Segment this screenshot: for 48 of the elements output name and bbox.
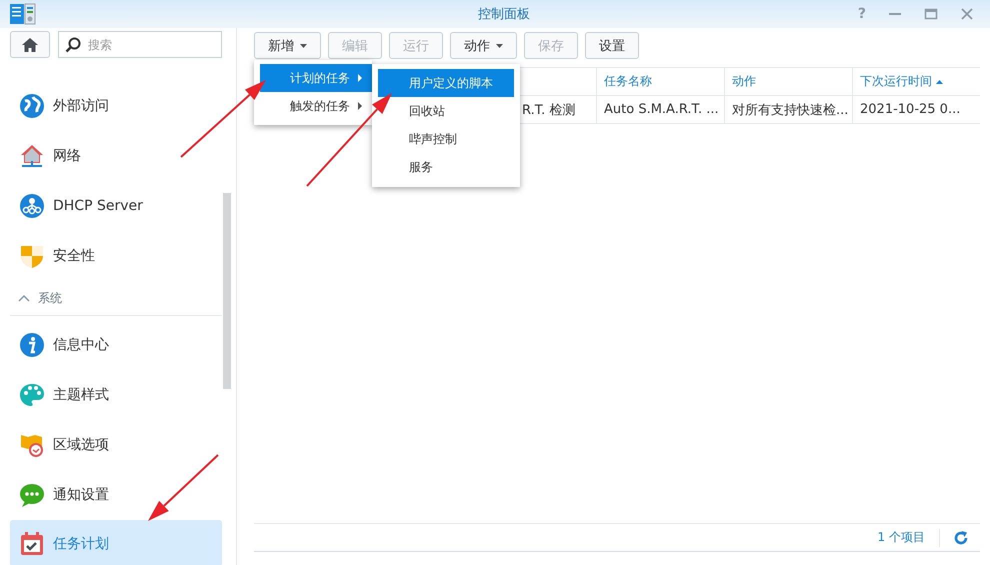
calendar-icon: [19, 530, 45, 556]
table-cell: Auto S.M.A.R.T. ...: [596, 96, 724, 123]
network-icon: [19, 193, 45, 219]
sidebar-item[interactable]: 通知设置: [10, 470, 222, 520]
toolbar-button[interactable]: 新增: [254, 32, 321, 59]
menu-item[interactable]: 服务: [378, 153, 514, 181]
submenu-arrow-icon: [358, 74, 362, 82]
sidebar-item[interactable]: 区域选项: [10, 420, 222, 470]
sidebar-item[interactable]: DHCP Server: [10, 181, 222, 231]
table-cell: 对所有支持快速检...: [724, 96, 852, 123]
menu-item[interactable]: 触发的任务: [260, 92, 372, 120]
chat-icon: [19, 482, 45, 508]
column-header[interactable]: 下次运行时间: [852, 68, 980, 95]
globe-icon: [19, 93, 45, 119]
item-count: 1 个项目: [878, 529, 925, 546]
table-cell-text: R.T. 检测: [522, 102, 576, 118]
menu-item[interactable]: 计划的任务: [260, 64, 372, 92]
column-header[interactable]: 动作: [724, 68, 852, 95]
palette-icon: [19, 382, 45, 408]
home-icon: [21, 36, 39, 52]
submenu-arrow-icon: [358, 102, 362, 110]
maximize-icon[interactable]: [924, 7, 938, 21]
menu-item[interactable]: 回收站: [378, 97, 514, 125]
house-icon: [19, 143, 45, 169]
close-icon[interactable]: [960, 7, 974, 21]
home-button[interactable]: [10, 31, 50, 58]
scrollbar[interactable]: [223, 193, 231, 389]
menu-item[interactable]: 用户定义的脚本: [378, 69, 514, 97]
search-field[interactable]: 搜索: [58, 31, 222, 58]
sidebar-item[interactable]: 主题样式: [10, 370, 222, 420]
refresh-icon[interactable]: [954, 530, 968, 544]
shield-icon: [19, 243, 45, 269]
menu-item[interactable]: 哔声控制: [378, 125, 514, 153]
search-icon: [65, 37, 81, 53]
toolbar-button[interactable]: 设置: [585, 32, 639, 59]
section-header[interactable]: 系统: [38, 290, 62, 306]
info-icon: [19, 332, 45, 358]
sidebar-item[interactable]: 信息中心: [10, 320, 222, 370]
table-cell: 2021-10-25 0...: [852, 96, 980, 123]
app-icon: [10, 3, 36, 25]
annotation-arrow: [148, 454, 219, 521]
map-clock-icon: [19, 432, 45, 458]
toolbar-button[interactable]: 动作: [450, 32, 517, 59]
column-header[interactable]: 任务名称: [596, 68, 724, 95]
sidebar-item[interactable]: 外部访问: [10, 81, 222, 131]
window-title: 控制面板: [476, 6, 531, 23]
sidebar-item[interactable]: 安全性: [10, 231, 222, 281]
sidebar-item[interactable]: 网络: [10, 131, 222, 181]
